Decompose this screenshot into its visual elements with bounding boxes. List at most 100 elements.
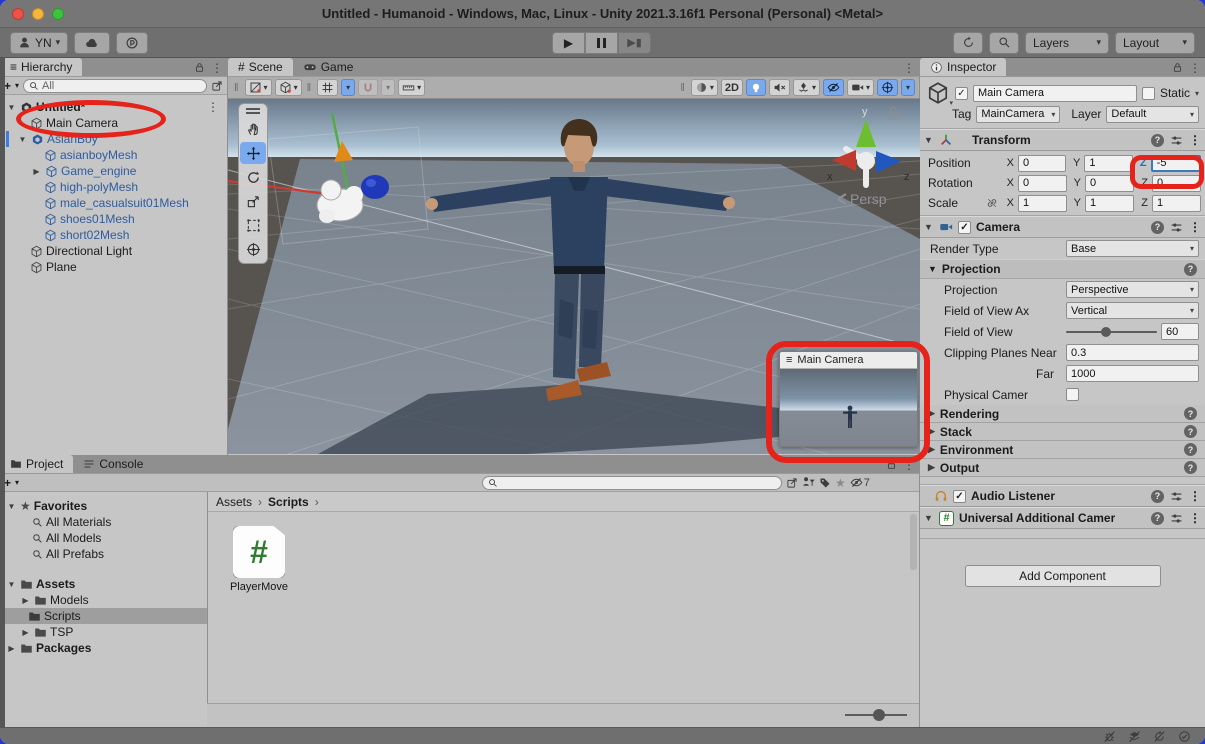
hierarchy-row-highpolymesh[interactable]: high-polyMesh [6,179,227,195]
scene-camera-dropdown[interactable]: ▾ [847,79,874,96]
lock-icon[interactable] [1172,62,1183,73]
position-x-field[interactable]: 0 [1018,155,1066,172]
hierarchy-row-malecasualsuit[interactable]: male_casualsuit01Mesh [6,195,227,211]
rendering-section[interactable]: ▶ Rendering ? [920,405,1205,423]
render-type-dropdown[interactable]: Base▾ [1066,240,1199,257]
add-component-button[interactable]: Add Component [965,565,1161,587]
create-add-button[interactable]: + [4,79,11,93]
camera-preview-window[interactable]: ≡ Main Camera [779,351,918,447]
scale-x-field[interactable]: 1 [1018,195,1067,212]
hand-tool[interactable] [240,118,266,140]
projection-dropdown[interactable]: Perspective▾ [1066,281,1199,298]
tab-inspector[interactable]: Inspector [920,58,1006,76]
clipping-near-field[interactable]: 0.3 [1066,344,1199,361]
tab-game[interactable]: Game [293,58,364,76]
search-by-type-icon[interactable] [802,476,815,489]
tree-tsp[interactable]: ▶ TSP [6,624,207,640]
foldout-closed-icon[interactable]: ▶ [928,462,935,473]
selection-wire-dropdown[interactable]: ▾ [275,79,302,96]
constrain-proportions-icon[interactable] [984,197,1000,209]
layers-dropdown[interactable]: Layers ▾ [1025,32,1109,54]
presets-icon[interactable] [1170,134,1183,147]
rotate-tool[interactable] [240,166,266,188]
open-editor-icon[interactable] [786,477,798,489]
minimize-button[interactable] [32,8,44,20]
create-asset-button[interactable]: + [4,476,11,490]
thumbnail-zoom-slider[interactable] [845,714,907,716]
foldout-closed-icon[interactable]: ▶ [6,644,17,653]
cache-disabled-icon[interactable] [1128,730,1141,743]
help-icon[interactable]: ? [1184,443,1197,456]
presets-icon[interactable] [1170,512,1183,525]
foldout-open-icon[interactable]: ▼ [17,135,28,144]
scene-viewport[interactable]: y x z Persp [228,99,920,454]
hierarchy-row-asianboy[interactable]: ▼ AsianBoy [6,131,227,147]
play-button[interactable]: ▶ [552,32,585,54]
tree-favorites[interactable]: ▼ ★ Favorites [6,498,207,514]
camera-enabled-checkbox[interactable]: ✓ [958,221,971,234]
search-by-label-icon[interactable] [819,477,831,489]
gameobject-name-field[interactable]: Main Camera [973,85,1137,102]
panel-menu-icon[interactable]: ⋮ [903,61,915,75]
environment-section[interactable]: ▶ Environment ? [920,441,1205,459]
foldout-closed-icon[interactable]: ▶ [20,628,31,637]
effects-dropdown[interactable]: ▾ [793,79,820,96]
tree-all-prefabs[interactable]: All Prefabs [6,546,207,562]
hierarchy-row-main-camera[interactable]: Main Camera [6,115,227,131]
plastic-scm-button[interactable] [116,32,148,54]
debugger-detached-icon[interactable] [1103,730,1116,743]
search-button[interactable] [989,32,1019,54]
hierarchy-row-shoes01mesh[interactable]: shoes01Mesh [6,211,227,227]
draw-mode-dropdown[interactable]: ▾ [691,79,718,96]
foldout-closed-icon[interactable]: ▶ [928,426,935,437]
toolbar-drag-handle[interactable]: ‖ [232,82,242,94]
foldout-open-icon[interactable]: ▼ [924,135,934,145]
preview-menu-icon[interactable]: ≡ [786,354,792,366]
hierarchy-search-input[interactable]: All [23,79,207,93]
asset-playermove[interactable]: # PlayerMove [228,526,290,593]
undo-history-button[interactable] [953,32,983,54]
foldout-open-icon[interactable]: ▼ [6,502,17,511]
layout-dropdown[interactable]: Layout ▾ [1115,32,1195,54]
position-y-field[interactable]: 1 [1084,155,1132,172]
hierarchy-row-plane[interactable]: Plane [6,259,227,275]
audio-listener-checkbox[interactable]: ✓ [953,490,966,503]
favorites-star-icon[interactable]: ★ [835,476,846,490]
fov-field[interactable]: 60 [1161,323,1199,340]
lock-icon[interactable] [194,62,205,73]
hierarchy-row-directional-light[interactable]: Directional Light [6,243,227,259]
tag-dropdown[interactable]: MainCamera▾ [976,106,1060,123]
slider-knob[interactable] [873,709,885,721]
tree-assets[interactable]: ▼ Assets [6,576,207,592]
tree-packages[interactable]: ▶ Packages [6,640,207,656]
scene-lighting-toggle[interactable] [746,79,766,96]
step-button[interactable]: ▶▮ [618,32,651,54]
foldout-open-icon[interactable]: ▼ [6,580,17,589]
help-icon[interactable]: ? [1151,490,1164,503]
breadcrumb-assets[interactable]: Assets [216,495,252,509]
pause-button[interactable] [585,32,618,54]
scrollbar[interactable] [910,514,917,570]
scale-y-field[interactable]: 1 [1085,195,1134,212]
help-icon[interactable]: ? [1151,221,1164,234]
overlay-drag-handle[interactable] [246,108,260,114]
tool-settings-dropdown[interactable]: ▾ [398,79,425,96]
help-icon[interactable]: ? [1151,134,1164,147]
gizmos-toggle[interactable] [877,79,898,96]
close-button[interactable] [12,8,24,20]
scene-menu-icon[interactable]: ⋮ [207,100,219,114]
tab-scene[interactable]: # Scene [228,58,293,76]
tree-all-models[interactable]: All Models [6,530,207,546]
output-section[interactable]: ▶ Output ? [920,459,1205,477]
lock-icon[interactable] [886,459,897,470]
hidden-objects-toggle[interactable] [823,79,844,96]
project-search-input[interactable] [482,476,782,490]
help-icon[interactable]: ? [1151,512,1164,525]
foldout-open-icon[interactable]: ▼ [924,222,934,232]
toolbar-drag-handle[interactable]: ‖ [678,82,688,94]
fov-slider[interactable] [1066,323,1157,340]
move-tool[interactable] [240,142,266,164]
breadcrumb-scripts[interactable]: Scripts [268,495,309,509]
hierarchy-row-asianboymesh[interactable]: asianboyMesh [6,147,227,163]
rotation-x-field[interactable]: 0 [1018,175,1067,192]
